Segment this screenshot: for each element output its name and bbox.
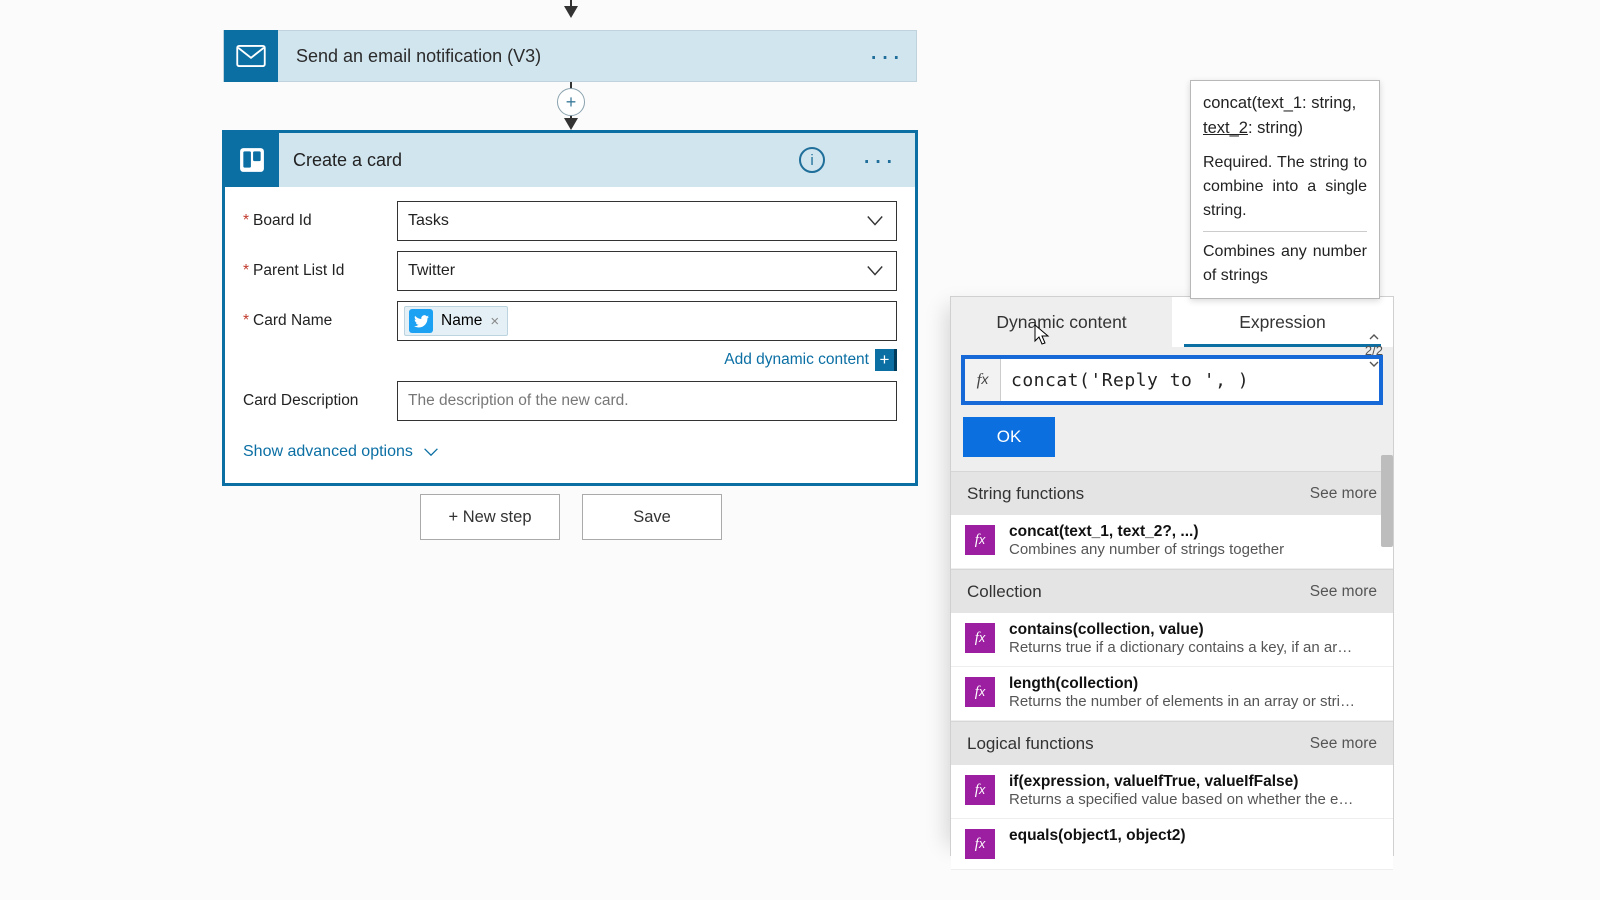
card-name-label: *Card Name [243,312,397,330]
twitter-icon [409,309,433,333]
save-button[interactable]: Save [582,494,722,540]
fx-icon: fx [965,525,995,555]
fn-concat[interactable]: fx concat(text_1, text_2?, ...) Combines… [951,515,1393,569]
card-name-input[interactable]: Name × [397,301,897,341]
group-string-functions: String functions See more [951,471,1393,515]
add-dynamic-content-link[interactable]: Add dynamic content [724,351,869,369]
see-more-link[interactable]: See more [1310,735,1377,753]
info-icon[interactable]: i [799,147,825,173]
fx-icon: fx [965,623,995,653]
show-advanced-options-toggle[interactable]: Show advanced options [243,443,897,461]
see-more-link[interactable]: See more [1310,583,1377,601]
dynamic-token-name[interactable]: Name × [404,306,508,336]
card-title: Create a card [293,150,799,171]
expression-text: concat('Reply to ', ) [1001,370,1379,391]
see-more-link[interactable]: See more [1310,485,1377,503]
fn-length[interactable]: fx length(collection) Returns the number… [951,667,1393,721]
action-title: Send an email notification (V3) [296,46,856,67]
card-menu-button[interactable]: ··· [849,144,909,176]
parent-list-id-select[interactable]: Twitter [397,251,897,291]
chevron-up-icon [1369,333,1379,341]
scrollbar[interactable] [1381,455,1393,547]
expression-tooltip: concat(text_1: string, text_2: string) R… [1190,80,1380,299]
group-logical-functions: Logical functions See more [951,721,1393,765]
token-label: Name [441,312,482,330]
card-description-input[interactable]: The description of the new card. [397,381,897,421]
tab-page-indicator[interactable]: 2/2 [1365,333,1383,368]
fx-icon: fx [965,829,995,859]
flow-arrow-top [570,0,572,16]
fn-contains[interactable]: fx contains(collection, value) Returns t… [951,613,1393,667]
trello-icon [225,133,279,187]
board-id-label: *Board Id [243,212,397,230]
fx-icon: fx [965,775,995,805]
chevron-down-icon [866,214,884,233]
fx-icon: fx [965,677,995,707]
card-header[interactable]: Create a card i ··· [225,133,915,187]
action-menu-button[interactable]: ··· [856,40,916,72]
token-remove-button[interactable]: × [490,313,499,330]
action-create-card: Create a card i ··· *Board Id Tasks *Par… [222,130,918,486]
expression-input[interactable]: fx concat('Reply to ', ) [961,355,1383,405]
fn-if[interactable]: fx if(expression, valueIfTrue, valueIfFa… [951,765,1393,819]
tab-dynamic-content[interactable]: Dynamic content [951,297,1172,347]
add-step-inline-button[interactable]: + [557,88,585,116]
card-description-label: Card Description [243,392,397,410]
parent-list-id-label: *Parent List Id [243,262,397,280]
add-dynamic-content-button[interactable]: + [875,349,897,371]
board-id-select[interactable]: Tasks [397,201,897,241]
mail-icon [224,30,278,82]
tab-expression[interactable]: Expression [1172,297,1393,347]
ok-button[interactable]: OK [963,417,1055,457]
action-email-notification[interactable]: Send an email notification (V3) ··· [223,30,917,82]
chevron-down-icon [866,264,884,283]
expression-panel: Dynamic content Expression 2/2 fx concat… [950,296,1394,856]
chevron-down-icon [1369,360,1379,368]
group-collection: Collection See more [951,569,1393,613]
fx-icon: fx [965,359,1001,401]
fn-equals[interactable]: fx equals(object1, object2) [951,819,1393,870]
new-step-button[interactable]: + New step [420,494,560,540]
